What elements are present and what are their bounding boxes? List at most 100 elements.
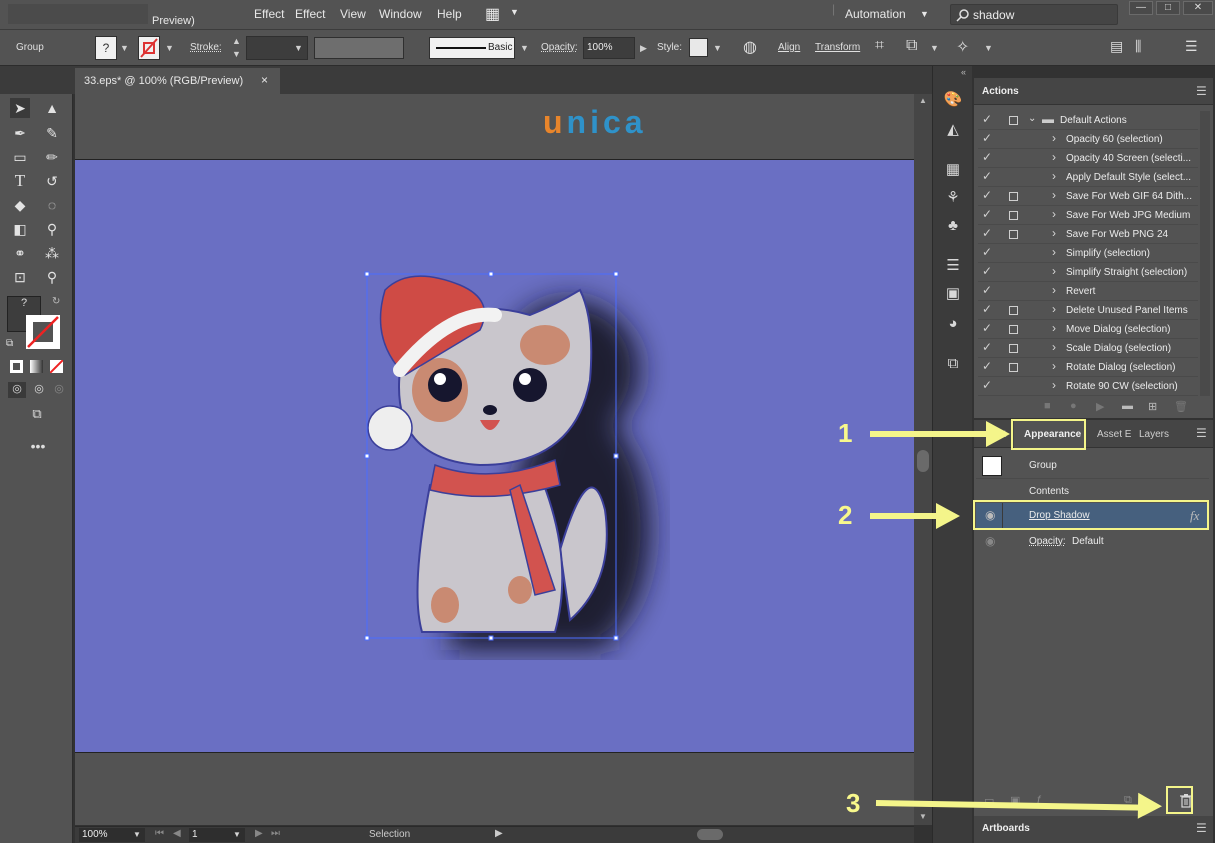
zoom-field[interactable]: 100% ▼ (79, 828, 145, 842)
actions-panel-title[interactable]: Actions (982, 86, 1019, 97)
scroll-down-icon[interactable]: ▼ (919, 812, 927, 821)
menu-view[interactable]: View (340, 7, 366, 21)
control-bar-menu-icon[interactable]: ☰ (1185, 38, 1198, 55)
dialog-toggle[interactable] (1009, 211, 1018, 220)
cat-artwork[interactable] (330, 260, 670, 660)
chevron-down-icon[interactable]: ▼ (165, 43, 174, 53)
warp-tool-icon[interactable]: ◌ (42, 195, 62, 215)
stroke-stepper-up[interactable]: ▲ (232, 36, 241, 46)
new-set-icon[interactable]: ▬ (1122, 400, 1133, 412)
workspace-switcher[interactable]: Automation (845, 7, 906, 21)
recolor-artwork-icon[interactable]: ◍ (743, 37, 757, 57)
search-field[interactable]: shadow (950, 4, 1118, 25)
panel-menu-icon[interactable]: ☰ (1196, 426, 1207, 440)
chevron-down-icon[interactable]: ▼ (294, 43, 303, 53)
arrange-documents-icon[interactable]: ▦ (485, 4, 500, 24)
type-tool-icon[interactable]: T (10, 171, 30, 191)
direct-selection-tool-icon[interactable]: ▲ (42, 98, 62, 118)
stroke-stepper-down[interactable]: ▼ (232, 49, 241, 59)
checkmark-icon[interactable]: ✓ (982, 340, 992, 354)
swap-colors-icon[interactable]: ↻ (52, 296, 60, 307)
panel-menu-icon[interactable]: ☰ (1196, 821, 1207, 835)
last-artboard-icon[interactable]: ⏭ (271, 828, 280, 839)
checkmark-icon[interactable]: ✓ (982, 359, 992, 373)
properties-icon[interactable]: ◭ (943, 120, 963, 140)
zoom-tool-icon[interactable]: ⚲ (42, 267, 62, 287)
chevron-right-icon[interactable]: › (1052, 283, 1056, 297)
dialog-toggle[interactable] (1009, 230, 1018, 239)
eyedropper-tool-icon[interactable]: ⚲ (42, 219, 62, 239)
brushes-icon[interactable]: ♣ (943, 216, 963, 236)
eye-icon[interactable]: ◉ (985, 534, 995, 548)
checkmark-icon[interactable]: ✓ (982, 131, 992, 145)
checkmark-icon[interactable]: ✓ (982, 226, 992, 240)
close-window-button[interactable]: ✕ (1183, 1, 1213, 15)
chevron-right-icon[interactable]: › (1052, 264, 1056, 278)
dialog-toggle[interactable] (1009, 116, 1018, 125)
artboards-panel-title[interactable]: Artboards (982, 823, 1030, 834)
dialog-toggle[interactable] (1009, 192, 1018, 201)
close-tab-icon[interactable]: × (261, 73, 268, 87)
checkmark-icon[interactable]: ✓ (982, 245, 992, 259)
chevron-right-icon[interactable]: › (1052, 188, 1056, 202)
chevron-right-icon[interactable]: › (1052, 321, 1056, 335)
action-row[interactable]: ✓ › Opacity 40 Screen (selecti... (978, 149, 1198, 168)
gradient-tool-icon[interactable]: ◧ (10, 219, 30, 239)
new-action-icon[interactable]: ⊞ (1148, 400, 1157, 413)
checkmark-icon[interactable]: ✓ (982, 264, 992, 278)
action-row[interactable]: ✓ › Rotate Dialog (selection) (978, 358, 1198, 377)
draw-behind-icon[interactable]: ◎ (30, 382, 48, 398)
chevron-right-icon[interactable]: › (1052, 359, 1056, 373)
chevron-down-icon[interactable]: ▼ (133, 830, 141, 839)
chevron-right-icon[interactable]: › (1052, 169, 1056, 183)
checkmark-icon[interactable]: ✓ (982, 207, 992, 221)
swatches-icon[interactable]: ▦ (943, 160, 963, 180)
none-mode-icon[interactable] (49, 359, 64, 374)
action-row[interactable]: ✓ › Delete Unused Panel Items (978, 301, 1198, 320)
chevron-down-icon[interactable]: ▼ (510, 7, 519, 17)
appearance-object-row[interactable]: Group (976, 453, 1209, 478)
transform-button[interactable]: Transform (815, 42, 860, 53)
gradient-icon[interactable]: ▣ (943, 284, 963, 304)
checkmark-icon[interactable]: ✓ (982, 188, 992, 202)
panel-menu-icon[interactable]: ☰ (1196, 84, 1207, 98)
action-row[interactable]: ✓ › Rotate 90 CW (selection) (978, 377, 1198, 396)
fill-swatch[interactable]: ? (95, 36, 117, 60)
color-mode-icon[interactable] (10, 360, 23, 373)
chevron-right-icon[interactable]: › (1052, 302, 1056, 316)
chevron-right-icon[interactable]: › (1052, 340, 1056, 354)
play-icon[interactable]: ▶ (1096, 400, 1104, 413)
distribute-icon[interactable]: ⫼ (1135, 38, 1141, 55)
chevron-down-icon[interactable]: ▼ (930, 43, 939, 53)
chevron-right-icon[interactable]: ▶ (640, 43, 647, 54)
search-input[interactable]: shadow (973, 8, 1014, 22)
status-menu-icon[interactable]: ▶ (495, 828, 503, 839)
pencil-tool-icon[interactable]: ✏ (42, 147, 62, 167)
dialog-toggle[interactable] (1009, 363, 1018, 372)
stroke-icon[interactable]: ☰ (943, 256, 963, 276)
chevron-down-icon[interactable]: ▼ (233, 830, 241, 839)
scroll-up-icon[interactable]: ▲ (919, 96, 927, 105)
delete-action-icon[interactable]: 🗑 (1174, 400, 1188, 413)
tab-layers[interactable]: Layers (1139, 429, 1169, 440)
first-artboard-icon[interactable]: ⏮ (155, 828, 164, 839)
menu-window[interactable]: Window (379, 7, 422, 21)
record-icon[interactable]: ● (1070, 400, 1077, 412)
stroke-swatch[interactable] (138, 36, 160, 60)
chevron-right-icon[interactable]: › (1052, 150, 1056, 164)
dialog-toggle[interactable] (1009, 306, 1018, 315)
rectangle-tool-icon[interactable]: ▭ (10, 147, 30, 167)
dialog-toggle[interactable] (1009, 325, 1018, 334)
action-row[interactable]: ✓ › Simplify Straight (selection) (978, 263, 1198, 282)
artboard-tool-icon[interactable]: ⊡ (10, 267, 30, 287)
chevron-right-icon[interactable]: › (1052, 226, 1056, 240)
expand-panels-icon[interactable]: « (961, 67, 966, 77)
color-guide-icon[interactable]: 🎨 (943, 90, 963, 110)
chevron-down-icon[interactable]: ▼ (120, 43, 129, 53)
transparency-icon[interactable]: ◕ (943, 314, 963, 334)
horizontal-scroll-thumb[interactable] (697, 829, 723, 840)
checkmark-icon[interactable]: ✓ (982, 150, 992, 164)
appearance-opacity-row[interactable]: ◉ Opacity: Default (976, 528, 1209, 553)
checkmark-icon[interactable]: ✓ (982, 302, 992, 316)
action-row[interactable]: ✓ › Move Dialog (selection) (978, 320, 1198, 339)
